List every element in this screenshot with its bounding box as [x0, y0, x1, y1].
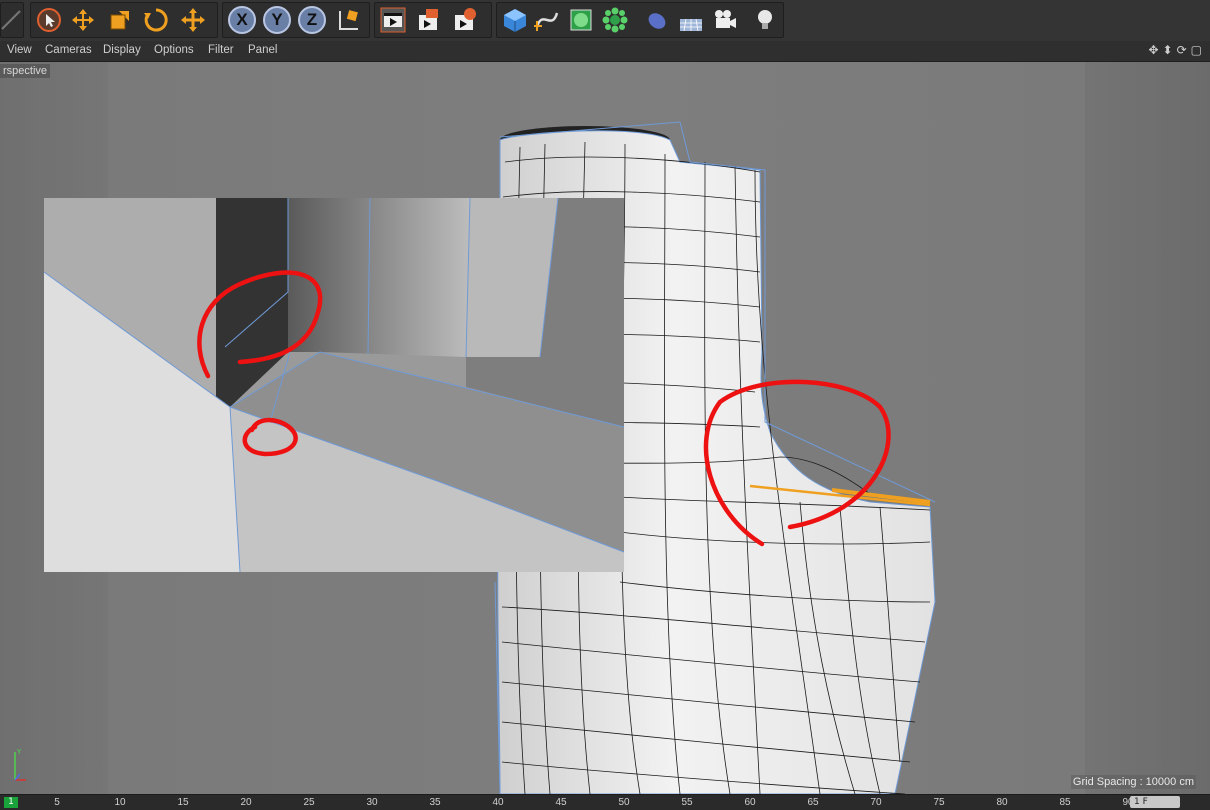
cube-primitive-icon[interactable] — [501, 6, 529, 34]
undo-icon[interactable] — [0, 6, 25, 34]
viewport-canvas — [0, 62, 1210, 794]
rotate-icon[interactable] — [142, 6, 170, 34]
viewport-camera-label[interactable]: rspective — [0, 64, 51, 78]
camera-icon[interactable] — [711, 6, 739, 34]
menu-panel[interactable]: Panel — [248, 44, 277, 56]
timeline-tick-label: 15 — [177, 797, 189, 808]
orbit-icon[interactable]: ⟳ — [1177, 43, 1187, 57]
timeline-tick-label: 35 — [429, 797, 441, 808]
menu-view[interactable]: View — [7, 44, 32, 56]
timeline-tick-label: 5 — [54, 797, 60, 808]
array-icon[interactable] — [601, 6, 629, 34]
frame-field[interactable]: 1 F — [1130, 796, 1180, 808]
grid-spacing-readout: Grid Spacing : 10000 cm — [1070, 775, 1196, 789]
timeline-tick-label: 85 — [1059, 797, 1071, 808]
floor-icon[interactable] — [677, 6, 705, 34]
render-picture-viewer-icon[interactable] — [415, 6, 443, 34]
timeline-tick-label: 65 — [807, 797, 819, 808]
viewport-menu-bar: View Cameras Display Options Filter Pane… — [0, 41, 1210, 62]
scale-icon[interactable] — [106, 6, 134, 34]
timeline-tick-label: 50 — [618, 797, 630, 808]
timeline-tick-label: 70 — [870, 797, 882, 808]
y-axis-icon[interactable]: Y — [263, 6, 291, 34]
timeline-tick-label: 45 — [555, 797, 567, 808]
axis-gizmo-icon: Y — [14, 748, 26, 781]
deformer-icon[interactable] — [643, 6, 671, 34]
timeline-tick-label: 10 — [114, 797, 126, 808]
menu-display[interactable]: Display — [103, 44, 141, 56]
dolly-icon[interactable]: ⬍ — [1163, 43, 1173, 57]
undo-group — [0, 2, 24, 38]
live-selection-icon[interactable] — [35, 6, 63, 34]
render-view-icon[interactable] — [379, 6, 407, 34]
objects-group — [496, 2, 784, 38]
timeline-tick-label: 60 — [744, 797, 756, 808]
timeline-tick-label: 40 — [492, 797, 504, 808]
render-group — [374, 2, 492, 38]
timeline-tick-label: 80 — [996, 797, 1008, 808]
timeline-tick-label: 55 — [681, 797, 693, 808]
timeline-tick-label: 30 — [366, 797, 378, 808]
timeline-tick-label: 20 — [240, 797, 252, 808]
spline-pen-icon[interactable] — [533, 6, 561, 34]
timeline-ruler[interactable]: 1 5 10 15 20 25 30 35 40 45 50 55 60 65 70 75 80 85 90 1 … — [0, 794, 1210, 810]
menu-filter[interactable]: Filter — [208, 44, 234, 56]
move-all-icon[interactable] — [179, 6, 207, 34]
svg-text:Y: Y — [16, 748, 22, 756]
zoom-inset-image — [43, 197, 625, 573]
timeline-tick-label: 25 — [303, 797, 315, 808]
pan-icon[interactable]: ✥ — [1148, 43, 1158, 57]
current-frame-marker[interactable]: 1 — [4, 797, 18, 808]
x-axis-icon[interactable]: X — [228, 6, 256, 34]
axis-lock-group: X Y Z — [222, 2, 370, 38]
coordinate-system-icon[interactable] — [335, 6, 363, 34]
main-toolbar: X Y Z — [0, 0, 1210, 42]
nurbs-icon[interactable] — [567, 6, 595, 34]
timeline-tick-label: 75 — [933, 797, 945, 808]
menu-cameras[interactable]: Cameras — [45, 44, 92, 56]
maximize-icon[interactable]: ▢ — [1191, 43, 1202, 57]
z-axis-icon[interactable]: Z — [298, 6, 326, 34]
viewport-nav-icons: ✥ ⬍ ⟳ ▢ — [1148, 43, 1202, 57]
menu-options[interactable]: Options — [154, 44, 194, 56]
perspective-viewport[interactable]: rspective Grid Spacing : 10000 cm Y — [0, 62, 1210, 794]
move-icon[interactable] — [69, 6, 97, 34]
transform-tools-group — [30, 2, 218, 38]
light-icon[interactable] — [751, 6, 779, 34]
render-settings-icon[interactable] — [451, 6, 479, 34]
